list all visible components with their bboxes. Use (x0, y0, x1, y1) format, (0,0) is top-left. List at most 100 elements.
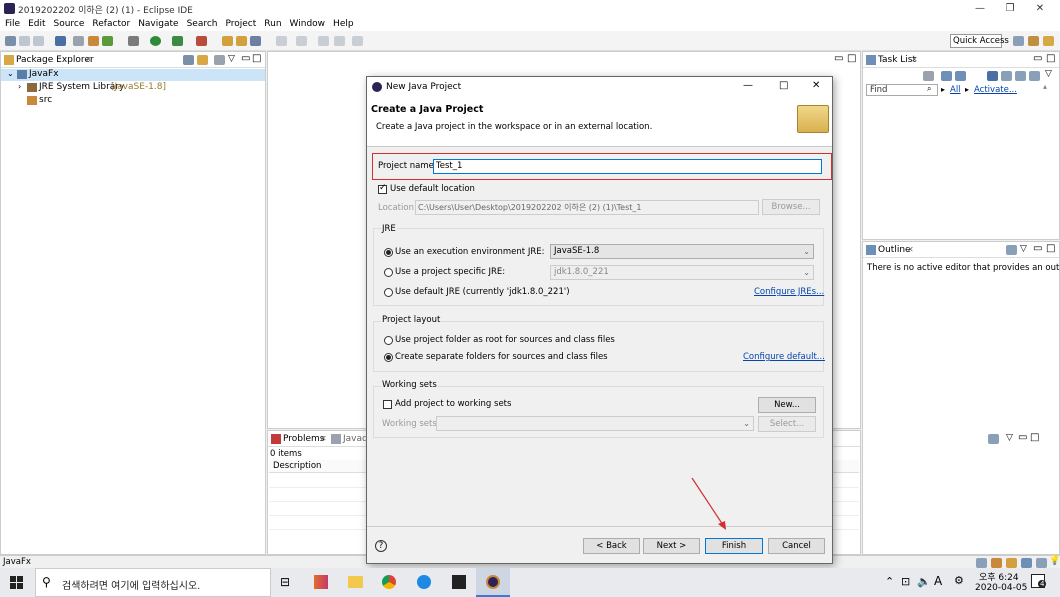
menu-search[interactable]: Search (182, 17, 221, 31)
tools-icon[interactable] (250, 36, 261, 46)
file-explorer-icon[interactable] (348, 576, 363, 588)
debug-icon[interactable] (128, 36, 139, 46)
description-column-header[interactable]: Description (273, 461, 321, 471)
close-button[interactable]: ✕ (1020, 0, 1060, 17)
next-button[interactable]: Next > (643, 538, 700, 554)
new-java-project-icon[interactable] (222, 36, 233, 46)
jre-project-specific-radio[interactable] (384, 268, 393, 277)
focus-icon[interactable] (1001, 71, 1012, 81)
task-find-input[interactable]: Find ⌕ (866, 84, 938, 96)
taskbar-time[interactable]: 오후 6:24 (979, 570, 1019, 583)
taskbar-date[interactable]: 2020-04-05 (975, 583, 1027, 593)
menu-help[interactable]: Help (328, 17, 357, 31)
location-input[interactable]: C:\Users\User\Desktop\2019202202 이하은 (2)… (415, 200, 759, 215)
new-icon[interactable] (5, 36, 16, 46)
open-perspective-icon[interactable] (1013, 36, 1024, 46)
jre-project-specific-select[interactable]: jdk1.8.0_221 ⌄ (550, 265, 814, 280)
jre-execution-env-select[interactable]: JavaSE-1.8 ⌄ (550, 244, 814, 259)
dialog-maximize-button[interactable]: □ (779, 80, 788, 91)
chevron-down-icon[interactable]: ⌄ (7, 69, 14, 78)
maximize-problems-icon[interactable]: □ (1030, 432, 1039, 443)
problems-menu-icon[interactable]: ▽ (1006, 433, 1013, 443)
finish-button[interactable]: Finish (705, 538, 763, 554)
volume-icon[interactable]: 🔈 (917, 575, 931, 588)
close-task-tab-icon[interactable]: ✕ (911, 55, 918, 64)
run-icon[interactable] (150, 36, 161, 46)
status-icon-2[interactable] (991, 558, 1002, 568)
status-icon-4[interactable] (1021, 558, 1032, 568)
coverage-icon[interactable] (196, 36, 207, 46)
close-outline-tab-icon[interactable]: ✕ (907, 245, 914, 254)
package-icon[interactable] (88, 36, 99, 46)
maximize-view-icon[interactable]: □ (252, 53, 261, 64)
save-icon[interactable] (19, 36, 30, 46)
task-all-link[interactable]: All (950, 85, 961, 95)
close-tab-icon[interactable]: ✕ (85, 55, 92, 64)
maximize-editor-icon[interactable]: □ (847, 53, 856, 64)
minimize-outline-icon[interactable]: ▭ (1033, 243, 1042, 254)
menu-window[interactable]: Window (285, 17, 329, 31)
status-icon-3[interactable] (1006, 558, 1017, 568)
view-menu-icon[interactable]: ▽ (228, 54, 235, 64)
sticky-app-icon[interactable] (452, 575, 466, 589)
minimize-view-icon[interactable]: ▭ (241, 53, 250, 64)
save-all-icon[interactable] (33, 36, 44, 46)
browse-button[interactable]: Browse... (762, 199, 820, 215)
triangle-right-icon[interactable]: ▸ (965, 85, 969, 94)
input-method-indicator[interactable]: A (934, 574, 942, 588)
maximize-outline-icon[interactable]: □ (1046, 243, 1055, 254)
tree-row-src[interactable]: src (1, 95, 265, 107)
chrome-icon[interactable] (382, 575, 396, 589)
internet-explorer-icon[interactable] (417, 575, 431, 589)
minimize-editor-icon[interactable]: ▭ (834, 53, 843, 64)
task-menu-icon[interactable]: ▽ (1045, 69, 1052, 79)
tree-row-library[interactable]: › JRE System Library [JavaSE-1.8] (1, 82, 265, 94)
prev-edit-icon[interactable] (318, 36, 329, 46)
run-external-icon[interactable] (172, 36, 183, 46)
new-task-icon[interactable] (923, 71, 934, 81)
maximize-task-icon[interactable]: □ (1046, 53, 1055, 64)
sync-icon[interactable] (1029, 71, 1040, 81)
link-editor-icon[interactable] (197, 55, 208, 65)
project-name-input[interactable]: Test_1 (433, 159, 822, 174)
hide-completed-icon[interactable] (987, 71, 998, 81)
task-list-tab[interactable]: Task List ✕ ▭ □ (863, 52, 1059, 68)
collapse-all-icon[interactable] (183, 55, 194, 65)
scheduled-icon[interactable] (955, 71, 966, 81)
working-sets-select[interactable]: ⌄ (436, 416, 754, 431)
eclipse-taskbar-button[interactable] (476, 568, 510, 597)
back-button[interactable]: < Back (583, 538, 640, 554)
status-icon-1[interactable] (976, 558, 987, 568)
problems-filter-icon[interactable] (988, 434, 999, 444)
task-view-icon[interactable]: ⊟ (280, 575, 290, 589)
menu-edit[interactable]: Edit (23, 17, 48, 31)
scrollbar-up-icon[interactable]: ▴ (1043, 82, 1047, 91)
pin-icon[interactable] (296, 36, 307, 46)
minimize-problems-icon[interactable]: ▭ (1018, 432, 1027, 443)
menu-refactor[interactable]: Refactor (87, 17, 133, 31)
package-explorer-tab[interactable]: Package Explorer ✕ ▽ ▭ □ (1, 52, 265, 68)
dialog-minimize-button[interactable]: — (743, 80, 753, 91)
forward-icon[interactable] (352, 36, 363, 46)
task-activate-link[interactable]: Activate... (974, 85, 1017, 95)
select-working-set-button[interactable]: Select... (758, 416, 816, 432)
outline-menu-icon[interactable]: ▽ (1020, 244, 1027, 254)
minimize-task-icon[interactable]: ▭ (1033, 53, 1042, 64)
categorized-icon[interactable] (941, 71, 952, 81)
ime-icon[interactable]: ⚙ (954, 574, 964, 587)
layout-project-root-radio[interactable] (384, 336, 393, 345)
configure-jres-link[interactable]: Configure JREs... (754, 287, 824, 297)
winrar-icon[interactable] (314, 575, 328, 589)
refresh-icon[interactable] (102, 36, 113, 46)
windows-start-icon[interactable] (10, 576, 23, 589)
network-icon[interactable]: ⊡ (901, 575, 910, 588)
back-icon[interactable] (334, 36, 345, 46)
menu-navigate[interactable]: Navigate (133, 17, 181, 31)
filter-icon[interactable] (214, 55, 225, 65)
configure-default-link[interactable]: Configure default... (743, 352, 825, 362)
menu-project[interactable]: Project (220, 17, 259, 31)
help-icon[interactable]: ? (375, 540, 387, 552)
tree-row-project[interactable]: ⌄ JavaFx (1, 69, 265, 81)
new-working-set-button[interactable]: New... (758, 397, 816, 413)
collapse-icon[interactable] (1015, 71, 1026, 81)
